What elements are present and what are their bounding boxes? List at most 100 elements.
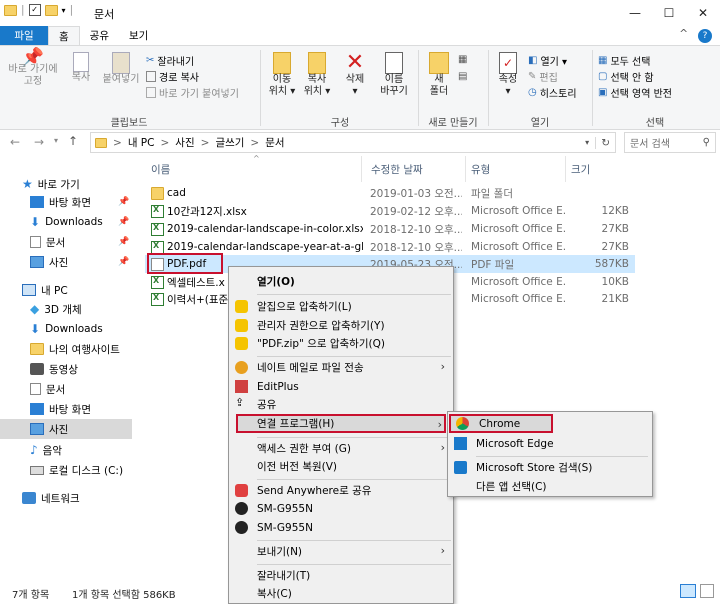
column-header-size[interactable]: 크기: [571, 162, 590, 177]
copy-path-button[interactable]: 경로 복사: [146, 68, 258, 84]
nav-quick-access[interactable]: ★ 바로 가기: [22, 174, 80, 194]
column-header-date[interactable]: 수정한 날짜: [371, 162, 423, 177]
rename-button[interactable]: 이름 바꾸기: [374, 52, 414, 98]
paste-shortcut-button[interactable]: 바로 가기 붙여넣기: [146, 84, 258, 100]
close-button[interactable]: ✕: [686, 0, 720, 26]
large-icons-view-icon[interactable]: [700, 584, 714, 598]
tab-view[interactable]: 보기: [119, 26, 158, 46]
menu-nate-mail[interactable]: 네이트 메일로 파일 전송 ›: [229, 358, 453, 377]
column-header-type[interactable]: 유형: [471, 162, 490, 177]
customize-toolbar-icon[interactable]: ▾: [62, 6, 66, 15]
menu-open[interactable]: 열기(O): [229, 272, 453, 291]
nav-this-pc[interactable]: 내 PC: [22, 280, 68, 300]
select-none-button[interactable]: ▢ 선택 안 함: [598, 68, 716, 84]
submenu-choose-app[interactable]: 다른 앱 선택(C): [448, 477, 652, 496]
file-row[interactable]: 2019-calendar-landscape-in-color.xlsx 20…: [145, 220, 635, 238]
column-divider[interactable]: [361, 156, 362, 182]
address-field[interactable]: > 내 PC > 사진 > 글쓰기 > 문서 ▾ ↻: [90, 132, 616, 153]
tab-file[interactable]: 파일: [0, 26, 48, 46]
nav-travel-site[interactable]: 나의 여행사이트: [30, 339, 120, 359]
nav-downloads-pinned[interactable]: ⬇ Downloads 📌: [30, 212, 129, 232]
nav-desktop-pinned[interactable]: 바탕 화면 📌: [30, 192, 129, 212]
menu-editplus[interactable]: EditPlus: [229, 377, 453, 396]
menu-compress-zip[interactable]: "PDF.zip" 으로 압축하기(Q): [229, 334, 453, 353]
nav-videos[interactable]: 동영상: [30, 359, 78, 379]
column-divider[interactable]: [465, 156, 466, 182]
nav-local-disk[interactable]: 로컬 디스크 (C:): [30, 460, 123, 480]
menu-device-1[interactable]: SM-G955N: [229, 499, 453, 518]
collapse-ribbon-button[interactable]: ^: [669, 26, 698, 46]
column-header-name[interactable]: 이름: [151, 162, 170, 177]
minimize-button[interactable]: —: [618, 0, 652, 26]
recent-locations-icon[interactable]: ▾: [54, 136, 58, 145]
back-arrow-icon[interactable]: ←: [10, 135, 20, 149]
edit-button[interactable]: ✎ 편집: [528, 68, 588, 84]
file-row[interactable]: cad 2019-01-03 오전... 파일 폴더: [145, 184, 635, 202]
column-divider[interactable]: [565, 156, 566, 182]
new-folder-icon[interactable]: [44, 4, 58, 16]
nav-documents-pinned[interactable]: 문서 📌: [30, 232, 129, 252]
submenu-edge[interactable]: Microsoft Edge: [448, 434, 652, 453]
breadcrumb-photos[interactable]: 사진: [175, 135, 194, 150]
nav-desktop[interactable]: 바탕 화면: [30, 399, 91, 419]
menu-alzip-admin[interactable]: 관리자 권한으로 압축하기(Y): [229, 316, 453, 335]
nav-pictures-pinned[interactable]: 사진 📌: [30, 252, 129, 272]
tab-share[interactable]: 공유: [80, 26, 119, 46]
menu-alzip-compress[interactable]: 알집으로 압축하기(L): [229, 297, 453, 316]
open-button[interactable]: ◧ 열기 ▾: [528, 52, 588, 68]
divider: |: [69, 4, 74, 16]
delete-button[interactable]: ✕ 삭제 ▾: [340, 52, 370, 98]
menu-grant-access[interactable]: 액세스 권한 부여 (G) ›: [229, 439, 453, 458]
menu-restore-previous[interactable]: 이전 버전 복원(V): [229, 457, 453, 476]
nav-3d-objects[interactable]: ◆ 3D 개체: [30, 299, 82, 319]
nav-pictures[interactable]: 사진: [0, 419, 132, 439]
menu-share[interactable]: ⇪ 공유: [229, 395, 453, 414]
menu-cut[interactable]: 잘라내기(T): [229, 566, 453, 585]
nav-documents[interactable]: 문서: [30, 379, 65, 399]
history-button[interactable]: ◷ 히스토리: [528, 84, 588, 100]
tab-home[interactable]: 홈: [48, 26, 80, 46]
up-arrow-icon[interactable]: ↑: [68, 134, 78, 148]
pin-quick-access-button[interactable]: 📌 바로 가기에 고정: [4, 49, 62, 88]
properties-button[interactable]: ✓ 속성 ▾: [494, 52, 522, 98]
refresh-icon[interactable]: ↻: [595, 136, 615, 149]
breadcrumb-my-pc[interactable]: 내 PC: [128, 135, 155, 150]
nav-label: 내 PC: [41, 284, 68, 297]
maximize-button[interactable]: ☐: [652, 0, 686, 26]
search-input[interactable]: 문서 검색 ⚲: [624, 132, 716, 153]
menu-device-2[interactable]: SM-G955N: [229, 518, 453, 537]
group-divider: [260, 50, 261, 126]
menu-send-anywhere[interactable]: Send Anywhere로 공유: [229, 481, 453, 500]
details-view-icon[interactable]: [680, 584, 696, 598]
new-folder-button[interactable]: 새 폴더: [424, 52, 454, 98]
cut-button[interactable]: ✂ 잘라내기: [146, 52, 258, 68]
breadcrumb-documents[interactable]: 문서: [265, 135, 284, 150]
nav-music[interactable]: ♪ 음악: [30, 440, 62, 460]
breadcrumb-writing[interactable]: 글쓰기: [215, 135, 244, 150]
properties-icon[interactable]: ✓: [28, 4, 41, 16]
edge-icon: [454, 437, 467, 450]
nav-network[interactable]: 네트워크: [22, 488, 80, 508]
new-item-button[interactable]: ▦ ▤: [458, 54, 478, 82]
move-to-button[interactable]: 이동 위치 ▾: [266, 52, 298, 98]
folder-icon: [30, 343, 44, 355]
menu-open-with[interactable]: 연결 프로그램(H) ›: [236, 414, 446, 433]
paste-button[interactable]: 붙여넣기: [100, 52, 142, 86]
forward-arrow-icon[interactable]: →: [34, 135, 44, 149]
open-label: 열기 ▾: [540, 56, 568, 68]
copy-button[interactable]: 복사: [66, 52, 96, 84]
select-all-button[interactable]: ▦ 모두 선택: [598, 52, 716, 68]
menu-send-to[interactable]: 보내기(N) ›: [229, 542, 453, 561]
nav-downloads[interactable]: ⬇ Downloads: [30, 319, 103, 339]
cube-icon: ◆: [30, 302, 40, 316]
submenu-store-search[interactable]: Microsoft Store 검색(S): [448, 458, 652, 477]
invert-selection-button[interactable]: ▣ 선택 영역 반전: [598, 84, 716, 100]
submenu-chrome[interactable]: Chrome: [449, 414, 553, 433]
help-button[interactable]: ?: [698, 29, 712, 43]
address-dropdown-icon[interactable]: ▾: [585, 138, 589, 147]
copy-to-button[interactable]: 복사 위치 ▾: [300, 52, 334, 98]
file-row[interactable]: 10간과12지.xlsx 2019-02-12 오후... Microsoft …: [145, 202, 635, 220]
menu-divider: [257, 294, 451, 295]
menu-copy[interactable]: 복사(C): [229, 584, 453, 603]
open-group-label: 열기: [530, 118, 550, 129]
